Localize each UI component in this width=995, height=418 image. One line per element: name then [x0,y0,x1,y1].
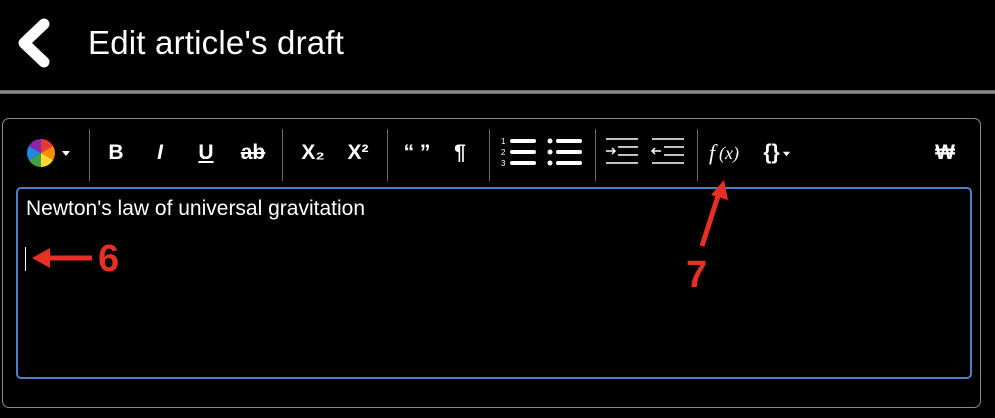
ordered-list-button[interactable]: 1 2 3 [499,133,539,173]
ordered-list-icon: 1 2 3 [501,137,536,168]
blockquote-button[interactable]: “ ” [396,133,438,173]
header-divider [0,90,995,94]
editor-content-area[interactable]: Newton's law of universal gravitation [16,187,972,379]
toolbar-separator [89,129,90,181]
underline-button[interactable]: U [191,133,221,173]
code-button[interactable]: {} [757,133,797,173]
annotation-label-7: 7 [686,254,708,296]
editor-text-line: Newton's law of universal gravitation [26,197,366,220]
subscript-button[interactable]: X₂ [293,133,333,173]
back-chevron-icon [18,18,50,68]
unordered-list-icon [547,138,582,166]
color-wheel-icon [26,139,55,167]
page-title: Edit article's draft [88,24,345,61]
indent-icon [606,138,638,164]
svg-text:1: 1 [501,137,506,146]
svg-text:2: 2 [501,148,506,157]
text-color-button[interactable] [23,133,73,173]
chevron-down-icon [61,151,70,156]
outdent-button[interactable] [649,133,687,173]
editor-card: B I U ab X₂ X² “ ” ¶ 1 2 3 f (x) {} ₩ Ne… [2,118,981,408]
toolbar-separator [595,129,596,181]
bold-button[interactable]: B [101,133,131,173]
insert-function-button[interactable]: f (x) [705,133,751,173]
editor-toolbar: B I U ab X₂ X² “ ” ¶ 1 2 3 f (x) {} ₩ [3,119,980,185]
app-header: Edit article's draft [0,0,995,90]
toolbar-separator [489,129,490,181]
code-braces-icon: {} [763,141,780,164]
italic-button[interactable]: I [145,133,175,173]
svg-text:3: 3 [501,159,506,168]
toolbar-separator [697,129,698,181]
chevron-down-icon [782,151,790,156]
strikethrough-button[interactable]: ab [233,133,273,173]
superscript-button[interactable]: X² [338,133,378,173]
outdent-icon [650,138,684,164]
svg-text:f: f [709,140,718,165]
function-icon: f (x) [709,140,739,165]
back-button[interactable] [12,18,56,68]
toolbar-separator [282,129,283,181]
text-cursor [25,247,26,271]
svg-text:(x): (x) [719,143,739,164]
unordered-list-button[interactable] [545,133,585,173]
paragraph-button[interactable]: ¶ [445,133,475,173]
indent-button[interactable] [603,133,641,173]
toolbar-separator [387,129,388,181]
annotation-label-6: 6 [98,238,120,280]
annotation-arrow-7 [699,180,728,247]
special-character-button[interactable]: ₩ [927,133,963,173]
annotation-arrow-6 [32,248,92,268]
